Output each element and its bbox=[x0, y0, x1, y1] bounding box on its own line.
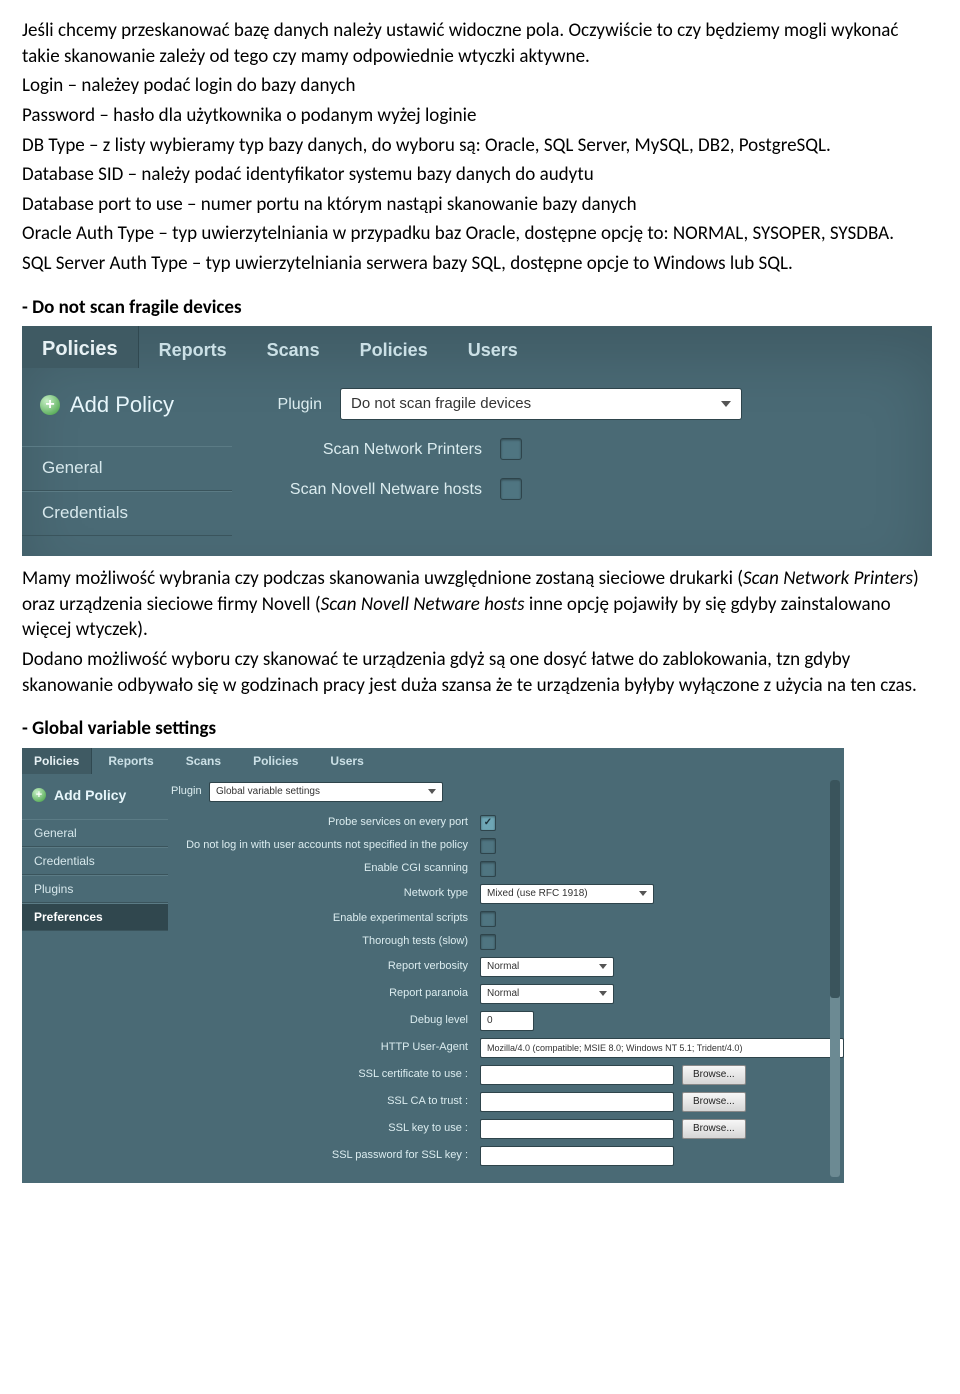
nav-item-scans[interactable]: Scans bbox=[247, 326, 340, 368]
nav-tab-policies[interactable]: Policies bbox=[22, 326, 139, 368]
plugin-select[interactable]: Do not scan fragile devices bbox=[340, 388, 742, 420]
plugin-select-value: Do not scan fragile devices bbox=[351, 394, 531, 414]
sslpass-input[interactable] bbox=[480, 1146, 674, 1166]
para-select[interactable]: Normal bbox=[480, 984, 614, 1004]
plus-icon: + bbox=[40, 395, 60, 415]
sslpass-label: SSL password for SSL key : bbox=[168, 1148, 480, 1163]
paragraph: Password – hasło dla użytkownika o podan… bbox=[22, 103, 938, 129]
opt-scan-printers-checkbox[interactable] bbox=[500, 438, 522, 460]
opt-scan-novell-checkbox[interactable] bbox=[500, 478, 522, 500]
cgi-label: Enable CGI scanning bbox=[168, 861, 480, 876]
ua-input[interactable]: Mozilla/4.0 (compatible; MSIE 8.0; Windo… bbox=[480, 1038, 844, 1058]
add-policy-label: Add Policy bbox=[70, 390, 174, 420]
opt-scan-printers-label: Scan Network Printers bbox=[232, 439, 500, 461]
chevron-down-icon bbox=[599, 964, 607, 969]
nav-item-scans[interactable]: Scans bbox=[170, 747, 237, 775]
nav-item-users[interactable]: Users bbox=[314, 747, 379, 775]
paragraph: Mamy możliwość wybrania czy podczas skan… bbox=[22, 566, 938, 643]
sidebar-item-general[interactable]: General bbox=[22, 819, 168, 847]
chevron-down-icon bbox=[639, 891, 647, 896]
nav-item-policies[interactable]: Policies bbox=[340, 326, 448, 368]
sslca-label: SSL CA to trust : bbox=[168, 1094, 480, 1109]
sidebar-item-credentials[interactable]: Credentials bbox=[22, 847, 168, 875]
screenshot-global-variable-settings: Policies Reports Scans Policies Users + … bbox=[22, 748, 844, 1183]
thor-checkbox[interactable] bbox=[480, 934, 496, 950]
nav-item-users[interactable]: Users bbox=[448, 326, 538, 368]
sslkey-label: SSL key to use : bbox=[168, 1121, 480, 1136]
sidebar-item-preferences[interactable]: Preferences bbox=[22, 903, 168, 931]
plus-icon: + bbox=[32, 788, 46, 802]
ua-label: HTTP User-Agent bbox=[168, 1040, 480, 1055]
exp-checkbox[interactable] bbox=[480, 911, 496, 927]
paragraph: DB Type – z listy wybieramy typ bazy dan… bbox=[22, 133, 938, 159]
verb-select[interactable]: Normal bbox=[480, 957, 614, 977]
nav-item-reports[interactable]: Reports bbox=[139, 326, 247, 368]
screenshot-fragile-devices: Policies Reports Scans Policies Users + … bbox=[22, 326, 932, 556]
add-policy-label: Add Policy bbox=[54, 786, 126, 805]
scrollbar[interactable] bbox=[830, 780, 840, 1177]
nolog-checkbox[interactable] bbox=[480, 838, 496, 854]
scrollbar-thumb[interactable] bbox=[830, 780, 840, 998]
nolog-label: Do not log in with user accounts not spe… bbox=[168, 838, 480, 853]
plugin-select-value: Global variable settings bbox=[216, 785, 320, 799]
top-nav: Policies Reports Scans Policies Users bbox=[22, 326, 932, 368]
paragraph: Jeśli chcemy przeskanować bazę danych na… bbox=[22, 18, 938, 69]
paragraph: SQL Server Auth Type – typ uwierzytelnia… bbox=[22, 251, 938, 277]
exp-label: Enable experimental scripts bbox=[168, 911, 480, 926]
verb-label: Report verbosity bbox=[168, 959, 480, 974]
sidebar: + Add Policy General Credentials bbox=[22, 368, 232, 556]
probe-checkbox[interactable]: ✓ bbox=[480, 815, 496, 831]
chevron-down-icon bbox=[428, 789, 436, 794]
nav-item-policies[interactable]: Policies bbox=[237, 747, 314, 775]
section-heading: - Do not scan fragile devices bbox=[22, 295, 938, 321]
nav-tab-policies[interactable]: Policies bbox=[22, 748, 92, 774]
paragraph: Login – należey podać login do bazy dany… bbox=[22, 73, 938, 99]
paragraph: Database port to use – numer portu na kt… bbox=[22, 192, 938, 218]
sslcert-label: SSL certificate to use : bbox=[168, 1067, 480, 1082]
sslcert-input[interactable] bbox=[480, 1065, 674, 1085]
paragraph: Database SID – należy podać identyfikato… bbox=[22, 162, 938, 188]
plugin-label: Plugin bbox=[232, 394, 340, 416]
add-policy-button[interactable]: + Add Policy bbox=[22, 782, 168, 809]
probe-label: Probe services on every port bbox=[168, 815, 480, 830]
opt-scan-novell-label: Scan Novell Netware hosts bbox=[232, 479, 500, 501]
browse-button[interactable]: Browse... bbox=[682, 1119, 746, 1139]
chevron-down-icon bbox=[599, 991, 607, 996]
browse-button[interactable]: Browse... bbox=[682, 1092, 746, 1112]
nettype-label: Network type bbox=[168, 886, 480, 901]
para-label: Report paranoia bbox=[168, 986, 480, 1001]
section-heading: - Global variable settings bbox=[22, 716, 938, 742]
debug-input[interactable]: 0 bbox=[480, 1011, 534, 1031]
paragraph: Oracle Auth Type – typ uwierzytelniania … bbox=[22, 221, 938, 247]
sslkey-input[interactable] bbox=[480, 1119, 674, 1139]
nav-item-reports[interactable]: Reports bbox=[92, 747, 169, 775]
nettype-select[interactable]: Mixed (use RFC 1918) bbox=[480, 884, 654, 904]
sidebar-item-general[interactable]: General bbox=[22, 446, 232, 491]
main-panel: Plugin Do not scan fragile devices Scan … bbox=[232, 368, 932, 556]
add-policy-button[interactable]: + Add Policy bbox=[22, 382, 232, 428]
browse-button[interactable]: Browse... bbox=[682, 1065, 746, 1085]
sidebar: + Add Policy General Credentials Plugins… bbox=[22, 774, 168, 1183]
sidebar-item-credentials[interactable]: Credentials bbox=[22, 491, 232, 536]
top-nav: Policies Reports Scans Policies Users bbox=[22, 748, 844, 774]
cgi-checkbox[interactable] bbox=[480, 861, 496, 877]
plugin-label: Plugin bbox=[168, 784, 209, 799]
paragraph: Dodano możliwość wyboru czy skanować te … bbox=[22, 647, 938, 698]
sidebar-item-plugins[interactable]: Plugins bbox=[22, 875, 168, 903]
chevron-down-icon bbox=[721, 401, 731, 407]
plugin-select[interactable]: Global variable settings bbox=[209, 782, 443, 802]
thor-label: Thorough tests (slow) bbox=[168, 934, 480, 949]
debug-label: Debug level bbox=[168, 1013, 480, 1028]
sslca-input[interactable] bbox=[480, 1092, 674, 1112]
main-panel: Plugin Global variable settings Probe se… bbox=[168, 774, 844, 1183]
